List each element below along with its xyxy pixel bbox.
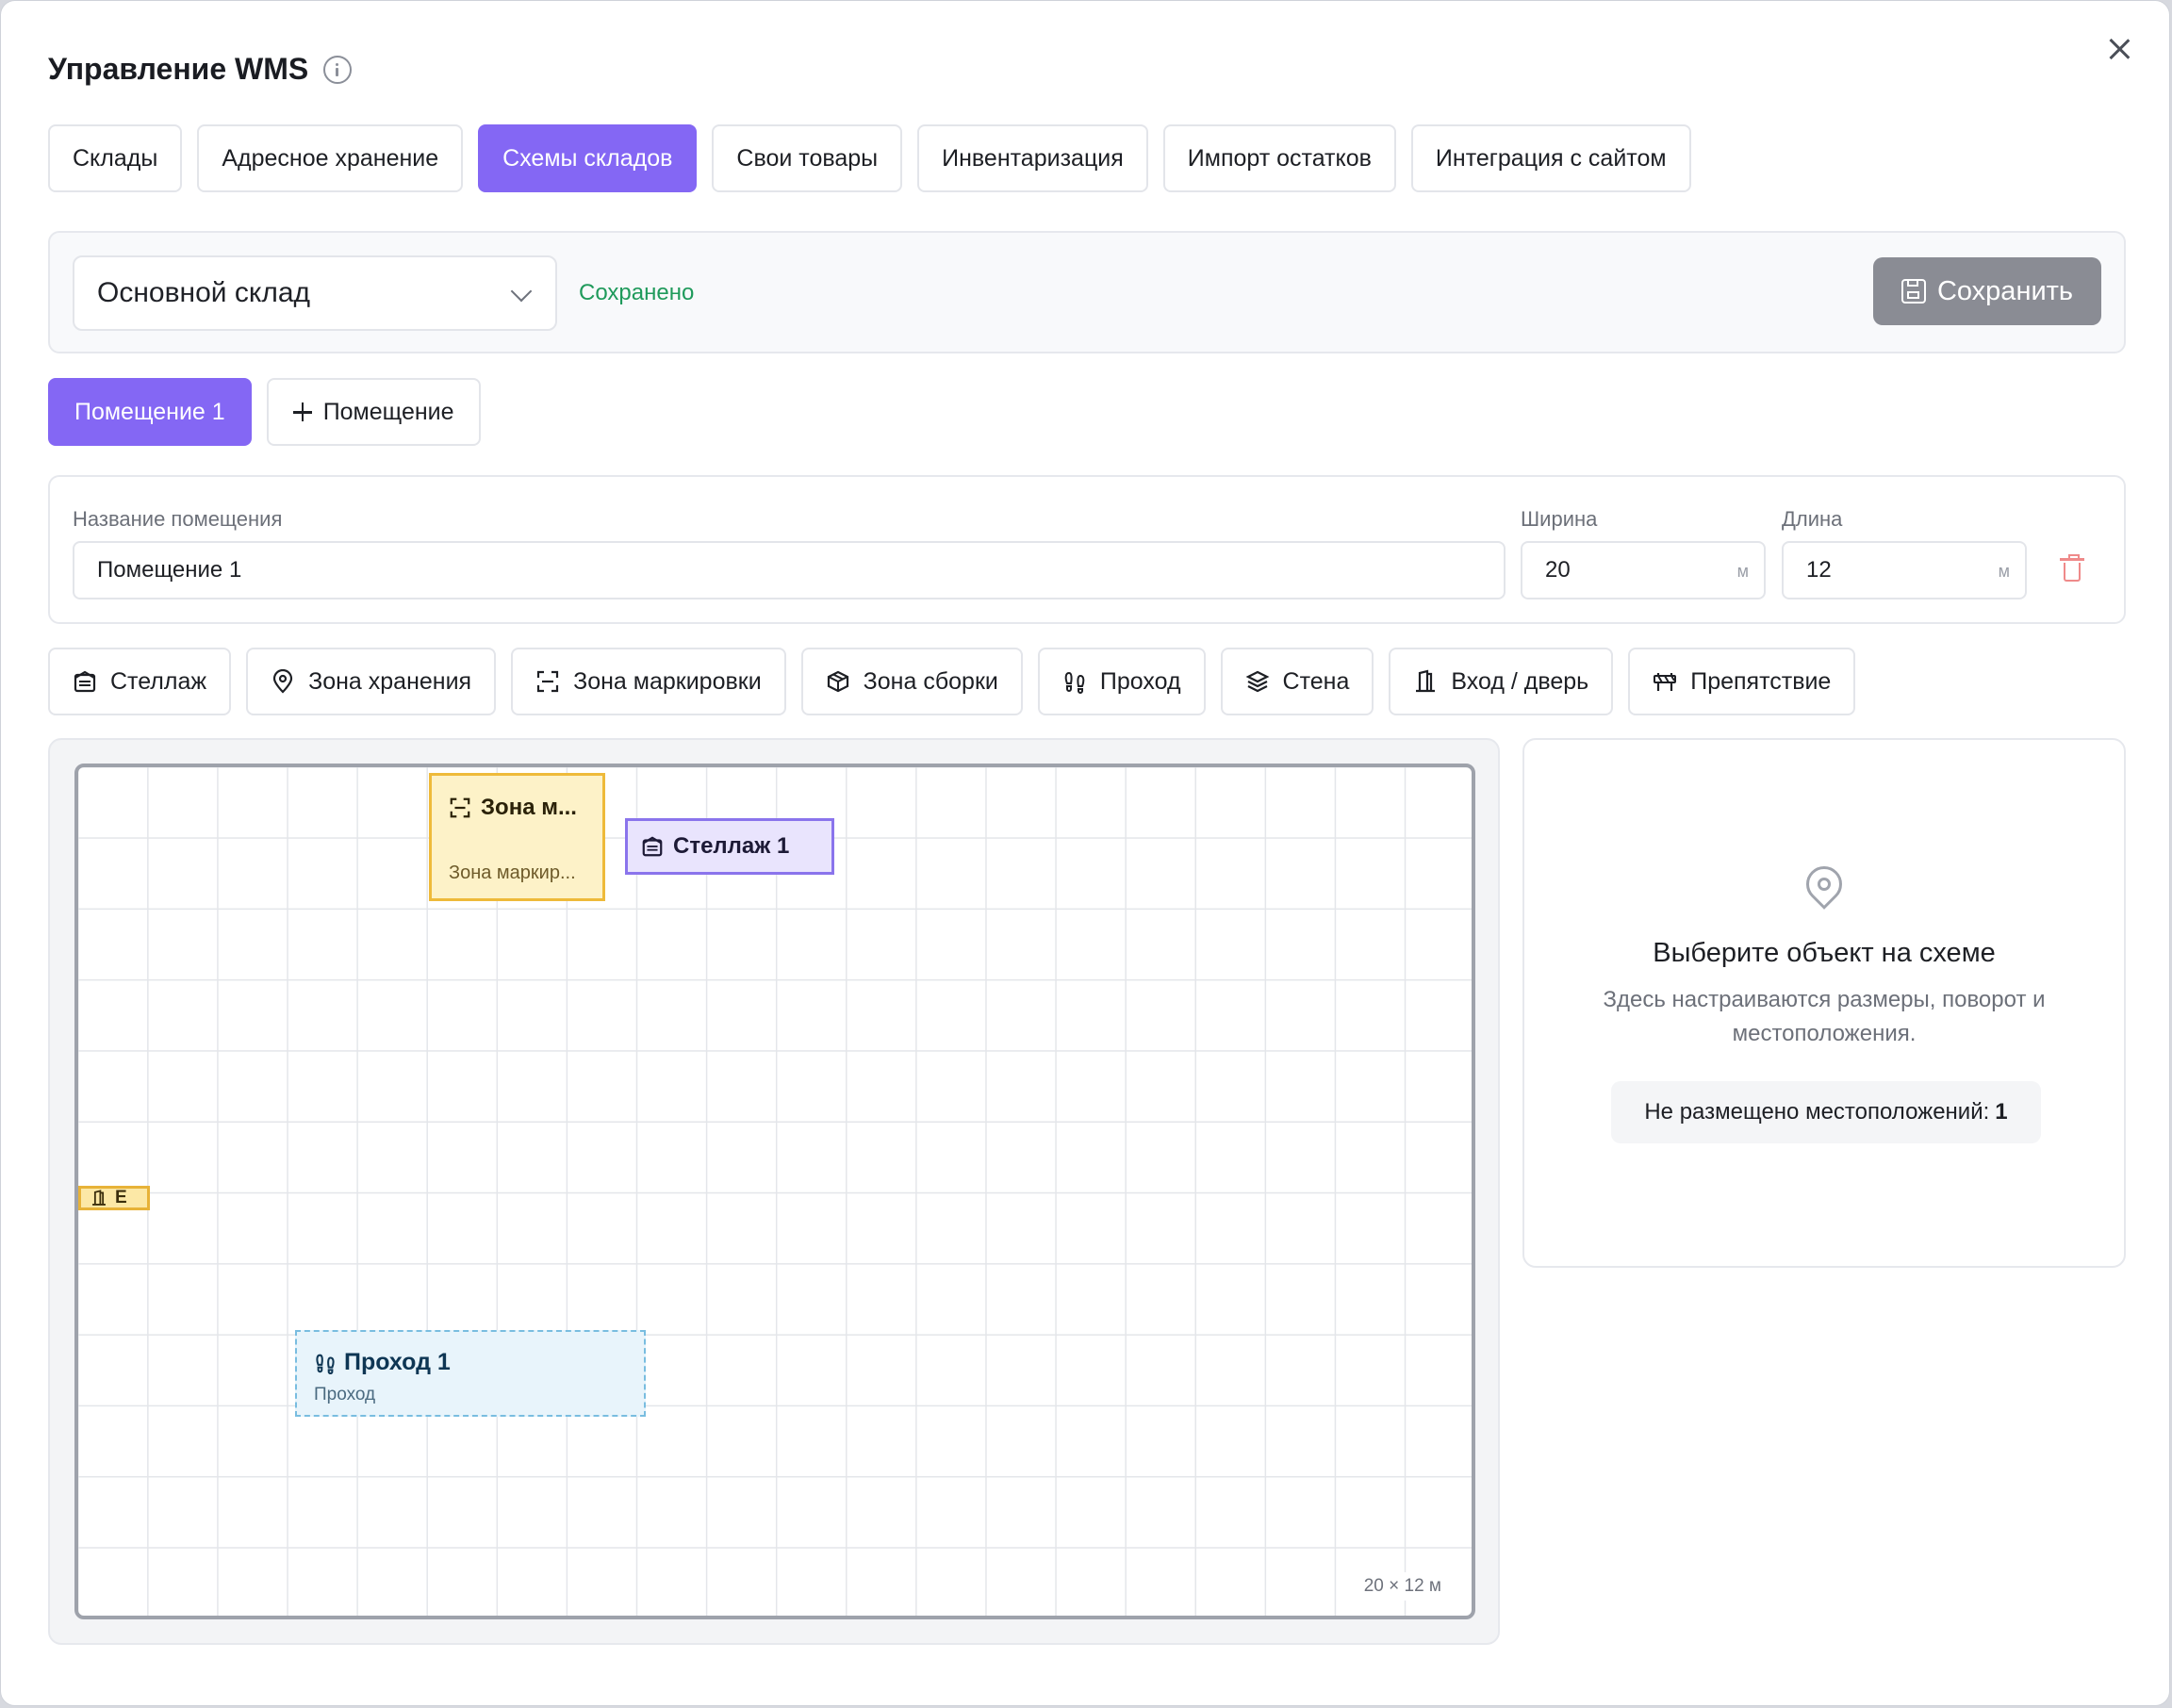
delete-room-icon[interactable]: [2060, 554, 2084, 582]
tool-storage-zone-label: Зона хранения: [308, 667, 472, 695]
unplaced-label: Не размещено местоположений:: [1644, 1099, 1990, 1125]
tab-site-integration[interactable]: Интеграция с сайтом: [1410, 124, 1691, 192]
map-pin-icon: [1799, 859, 1850, 915]
passage-subtitle: Проход: [314, 1385, 376, 1404]
tab-import-stock[interactable]: Импорт остатков: [1162, 124, 1396, 192]
tool-storage-zone-button[interactable]: Зона хранения: [246, 648, 497, 715]
marking-zone-subtitle: Зона маркир...: [449, 862, 576, 883]
plus-icon: [292, 402, 312, 421]
footprints-icon: [1064, 671, 1085, 694]
width-unit: м: [1736, 562, 1749, 581]
door-icon: [1416, 669, 1436, 693]
barrier-icon: [1654, 673, 1677, 691]
length-input[interactable]: 12 м: [1782, 541, 2027, 599]
add-room-label: Помещение: [322, 398, 454, 425]
tool-door-label: Вход / дверь: [1451, 667, 1589, 695]
tool-marking-zone-label: Зона маркировки: [573, 667, 762, 695]
map-pin-icon: [273, 669, 293, 694]
footprints-icon: [316, 1354, 335, 1374]
marking-zone-object[interactable]: Зона м... Зона маркир...: [429, 773, 605, 901]
marking-zone-title: Зона м...: [481, 795, 577, 820]
modal-header: Управление WMS: [48, 52, 353, 87]
wms-modal: Управление WMS Склады Адресное хранение …: [0, 0, 2170, 1706]
save-icon: [1900, 279, 1926, 304]
tab-warehouses[interactable]: Склады: [48, 124, 183, 192]
room-settings: Название помещения Помещение 1 Ширина 20…: [48, 475, 2126, 624]
scheme-grid[interactable]: Зона м... Зона маркир... Стеллаж 1 E Про…: [74, 764, 1475, 1619]
length-unit: м: [1998, 562, 2010, 581]
tool-wall-button[interactable]: Стена: [1220, 648, 1374, 715]
rack-title: Стеллаж 1: [673, 833, 790, 859]
width-label: Ширина: [1521, 507, 1598, 531]
tool-marking-zone-button[interactable]: Зона маркировки: [511, 648, 786, 715]
length-value: 12: [1806, 557, 1832, 583]
tool-obstacle-label: Препятствие: [1690, 667, 1832, 695]
save-button-label: Сохранить: [1936, 275, 2074, 306]
scheme-canvas-container: Зона м... Зона маркир... Стеллаж 1 E Про…: [48, 738, 1500, 1645]
rack-icon: [74, 670, 96, 693]
layers-icon: [1245, 670, 1270, 693]
room-name-value: Помещение 1: [97, 557, 242, 583]
room-name-input[interactable]: Помещение 1: [73, 541, 1506, 599]
width-value: 20: [1545, 557, 1571, 583]
rack-object[interactable]: Стеллаж 1: [625, 818, 834, 875]
room-name-label: Название помещения: [73, 507, 283, 531]
unplaced-count: 1: [1995, 1099, 2008, 1125]
main-tabs: Склады Адресное хранение Схемы складов С…: [48, 124, 1691, 192]
room-tabs: Помещение 1 Помещение: [48, 378, 481, 446]
tool-door-button[interactable]: Вход / дверь: [1389, 648, 1614, 715]
tool-assembly-zone-button[interactable]: Зона сборки: [800, 648, 1023, 715]
chevron-down-icon: [510, 280, 533, 303]
passage-title: Проход 1: [344, 1349, 451, 1375]
tool-rack-button[interactable]: Стеллаж: [48, 648, 232, 715]
unplaced-locations-badge: Не размещено местоположений: 1: [1611, 1081, 2041, 1143]
room-dimensions-badge: 20 × 12 м: [1350, 1572, 1455, 1601]
length-label: Длина: [1782, 507, 1843, 531]
passage-object[interactable]: Проход 1 Проход: [295, 1330, 646, 1417]
tool-assembly-zone-label: Зона сборки: [863, 667, 998, 695]
door-object[interactable]: E: [78, 1186, 150, 1210]
tab-own-products[interactable]: Свои товары: [712, 124, 903, 192]
object-toolbar: Стеллаж Зона хранения Зона маркировки Зо…: [48, 648, 1856, 715]
panel-title: Выберите объект на схеме: [1653, 938, 1996, 968]
modal-title: Управление WMS: [48, 52, 309, 86]
tool-passage-button[interactable]: Проход: [1037, 648, 1206, 715]
panel-description: Здесь настраиваются размеры, поворот и м…: [1603, 987, 2046, 1046]
tool-wall-label: Стена: [1282, 667, 1350, 695]
scan-icon: [537, 670, 559, 693]
tool-passage-label: Проход: [1099, 667, 1181, 695]
package-icon: [827, 670, 848, 693]
room-tab-1[interactable]: Помещение 1: [48, 378, 252, 446]
tab-warehouse-schemes[interactable]: Схемы складов: [478, 124, 698, 192]
object-properties-panel: Выберите объект на схеме Здесь настраива…: [1522, 738, 2126, 1268]
width-input[interactable]: 20 м: [1521, 541, 1766, 599]
scan-icon: [450, 797, 470, 818]
save-button[interactable]: Сохранить: [1873, 257, 2101, 325]
close-icon[interactable]: [2103, 33, 2135, 65]
add-room-button[interactable]: Помещение: [266, 378, 481, 446]
tab-address-storage[interactable]: Адресное хранение: [197, 124, 464, 192]
tab-inventory[interactable]: Инвентаризация: [917, 124, 1148, 192]
info-icon[interactable]: [323, 55, 353, 84]
tool-obstacle-button[interactable]: Препятствие: [1628, 648, 1856, 715]
warehouse-select[interactable]: Основной склад: [73, 255, 557, 331]
save-status: Сохранено: [579, 280, 695, 305]
tool-rack-label: Стеллаж: [110, 667, 207, 695]
rack-icon: [642, 836, 663, 857]
door-title: E: [115, 1188, 127, 1207]
warehouse-select-value: Основной склад: [97, 277, 311, 308]
door-icon: [92, 1190, 106, 1206]
warehouse-bar: Основной склад Сохранено Сохранить: [48, 231, 2126, 353]
